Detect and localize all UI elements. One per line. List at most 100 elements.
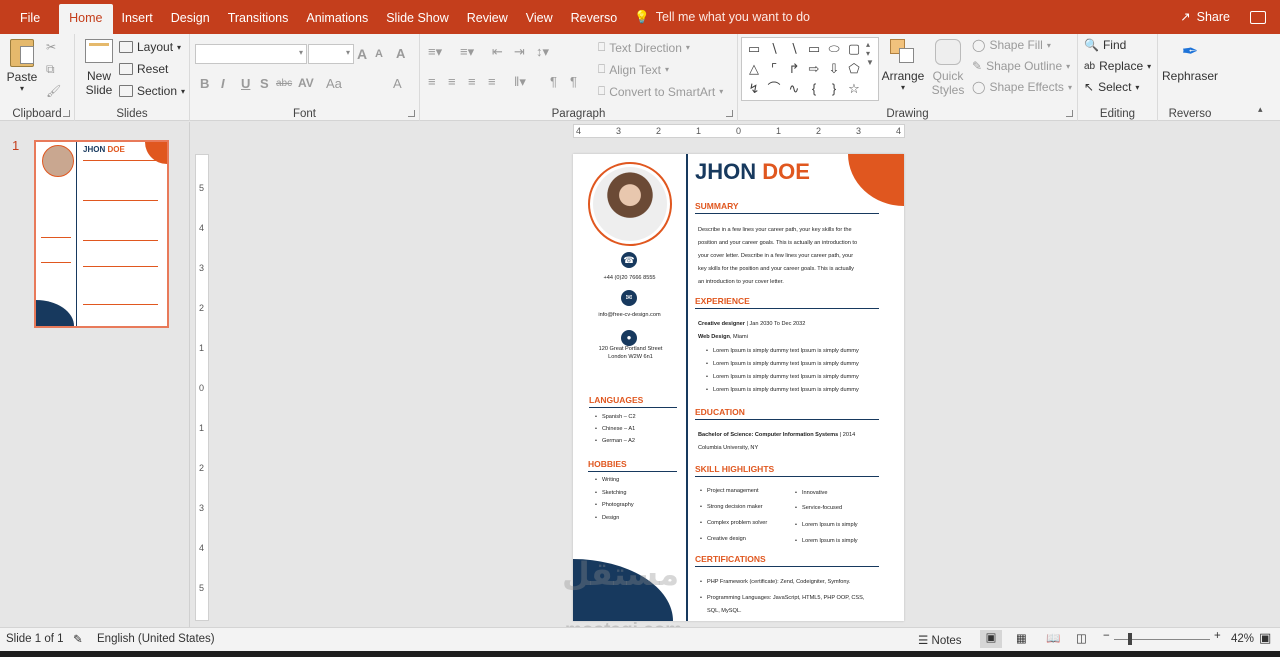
line-shape-icon[interactable]: ∖ [784,39,804,59]
zoom-out-icon[interactable]: − [1103,630,1110,642]
font-color-button[interactable]: A [393,76,402,91]
new-slide-button[interactable]: New Slide [80,39,118,97]
drawing-launcher[interactable] [1066,110,1073,117]
brace-right-icon[interactable]: } [824,79,844,99]
section-button[interactable]: Section ▾ [119,84,185,98]
triangle-shape-icon[interactable]: △ [744,59,764,79]
tab-animations[interactable]: Animations [297,0,377,34]
elbow-arrow-icon[interactable]: ↱ [784,59,804,79]
oval-shape-icon[interactable]: ⬭ [824,39,844,59]
shape-fill-button[interactable]: ◯ Shape Fill ▾ [972,38,1051,52]
curve-icon[interactable]: ↯ [744,79,764,99]
reading-view-icon[interactable]: 📖 [1046,631,1060,645]
paste-button[interactable]: Paste ▾ [6,39,38,93]
align-right-icon[interactable]: ≡ [468,74,476,89]
rephraser-button[interactable]: ✒ Rephraser [1158,39,1222,83]
star-icon[interactable]: ☆ [844,79,864,99]
reset-button[interactable]: Reset [119,62,168,76]
freeform-icon[interactable]: ∿ [784,79,804,99]
font-name-field[interactable]: ▾ [195,44,307,64]
rtl-icon[interactable]: ¶ [550,74,557,89]
line-spacing-icon[interactable]: ↕▾ [536,44,549,60]
zoom-in-icon[interactable]: + [1214,630,1221,642]
shape-effects-button[interactable]: ◯ Shape Effects ▾ [972,80,1072,94]
tab-view[interactable]: View [517,0,562,34]
clipboard-launcher[interactable] [63,110,70,117]
slide-thumbnail[interactable]: JHON DOE [34,140,169,328]
shapes-more-icon[interactable]: ▴ ▾ ▼ [866,40,874,67]
text-direction-button[interactable]: ⎕ Text Direction ▾ [598,40,690,55]
increase-indent-icon[interactable]: ⇥ [514,44,525,60]
shapes-gallery[interactable]: ▭ ∖ ∖ ▭ ⬭ ▢ △ ⌜ ↱ ⇨ ⇩ ⬠ ↯ ⌒ ∿{} ☆ [741,37,879,101]
slide-sorter-icon[interactable]: ▦ [1016,631,1027,645]
tab-home[interactable]: Home [59,4,113,34]
tell-me-search[interactable]: 💡 Tell me what you want to do [634,0,810,34]
font-launcher[interactable] [408,110,415,117]
pentagon-icon[interactable]: ⬠ [844,59,864,79]
zoom-level[interactable]: 42% [1231,633,1254,645]
tab-review[interactable]: Review [458,0,517,34]
align-text-button[interactable]: ⎕ Align Text ▾ [598,62,669,77]
line-shape-icon[interactable]: ∖ [764,39,784,59]
normal-view-icon[interactable]: ▣ [980,630,1002,648]
tab-file[interactable]: File [0,0,59,34]
shadow-button[interactable]: S [260,76,269,91]
language-status[interactable]: English (United States) [97,633,215,645]
brace-left-icon[interactable]: { [804,79,824,99]
find-button[interactable]: 🔍 Find [1084,38,1126,52]
replace-button[interactable]: ab Replace ▾ [1084,59,1151,73]
arrange-button[interactable]: Arrange ▾ [880,39,926,92]
horizontal-ruler[interactable]: 4 3 2 1 0 1 2 3 4 [573,124,905,138]
collapse-ribbon-icon[interactable]: ▴ [1258,104,1263,115]
change-case-button[interactable]: Aa [326,76,342,91]
notes-button[interactable]: ☰ Notes [918,633,962,647]
slide-canvas[interactable]: ☎ +44 (0)20 7666 8555 ✉ info@free-cv-des… [573,154,904,621]
textbox-shape-icon[interactable]: ▭ [744,39,764,59]
strikethrough-button[interactable]: abc [276,78,292,89]
arc-icon[interactable]: ⌒ [764,79,784,99]
elbow-connector-icon[interactable]: ⌜ [764,59,784,79]
slideshow-view-icon[interactable]: ◫ [1076,631,1087,645]
tab-transitions[interactable]: Transitions [219,0,298,34]
share-button[interactable]: ↗ Share [1180,0,1230,34]
align-left-icon[interactable]: ≡ [428,74,436,89]
comments-icon[interactable] [1250,11,1266,24]
spellcheck-icon[interactable]: ✎ [73,632,83,646]
vertical-ruler[interactable]: 5 4 3 2 1 0 1 2 3 4 5 [195,154,209,621]
convert-smartart-button[interactable]: ⎕ Convert to SmartArt ▾ [598,84,723,99]
font-size-field[interactable]: ▾ [308,44,354,64]
numbering-icon[interactable]: ≡▾ [460,44,474,60]
columns-icon[interactable]: ‖▾ [514,74,526,90]
underline-button[interactable]: U [241,76,250,91]
right-arrow-icon[interactable]: ⇨ [804,59,824,79]
italic-button[interactable]: I [221,76,225,91]
rounded-rect-icon[interactable]: ▢ [844,39,864,59]
clear-formatting-icon[interactable]: A [396,46,405,61]
shape-outline-button[interactable]: ✎ Shape Outline ▾ [972,59,1070,73]
layout-button[interactable]: Layout ▾ [119,40,181,54]
fit-to-window-icon[interactable]: ▣ [1259,630,1271,646]
ltr-icon[interactable]: ¶ [570,74,577,89]
quick-styles-button[interactable]: Quick Styles [928,39,968,97]
character-spacing-button[interactable]: AV [298,76,314,90]
grow-font-icon[interactable]: A [357,46,367,62]
section-rule [695,308,879,309]
cut-icon[interactable]: ✂ [46,40,56,54]
zoom-slider-thumb[interactable] [1128,633,1132,645]
justify-icon[interactable]: ≡ [488,74,496,89]
decrease-indent-icon[interactable]: ⇤ [492,44,503,60]
rectangle-shape-icon[interactable]: ▭ [804,39,824,59]
down-arrow-icon[interactable]: ⇩ [824,59,844,79]
tab-design[interactable]: Design [162,0,219,34]
select-button[interactable]: ↖ Select ▾ [1084,80,1139,94]
bold-button[interactable]: B [200,76,209,91]
tab-reverso[interactable]: Reverso [562,0,627,34]
copy-icon[interactable]: ⧉ [46,62,55,77]
align-center-icon[interactable]: ≡ [448,74,456,89]
tab-insert[interactable]: Insert [113,0,162,34]
format-painter-icon[interactable]: 🖌 [46,84,61,98]
bullets-icon[interactable]: ≡▾ [428,44,442,60]
shrink-font-icon[interactable]: A [375,48,383,60]
paragraph-launcher[interactable] [726,110,733,117]
tab-slide-show[interactable]: Slide Show [377,0,458,34]
